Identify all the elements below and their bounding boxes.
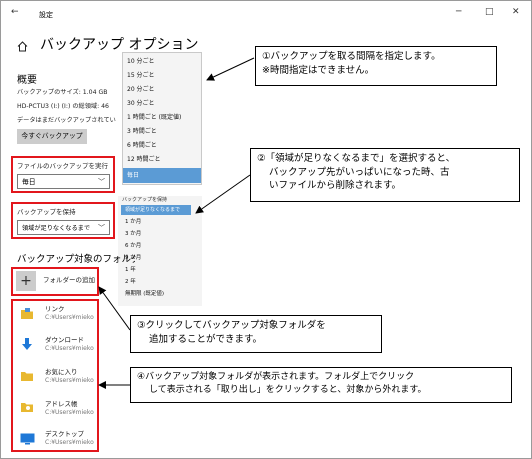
annotation-arrows: [98, 57, 255, 389]
arrow-to-frequency: [206, 57, 255, 81]
arrow-to-add-folder: [98, 286, 131, 331]
arrow-to-retention: [195, 174, 251, 214]
